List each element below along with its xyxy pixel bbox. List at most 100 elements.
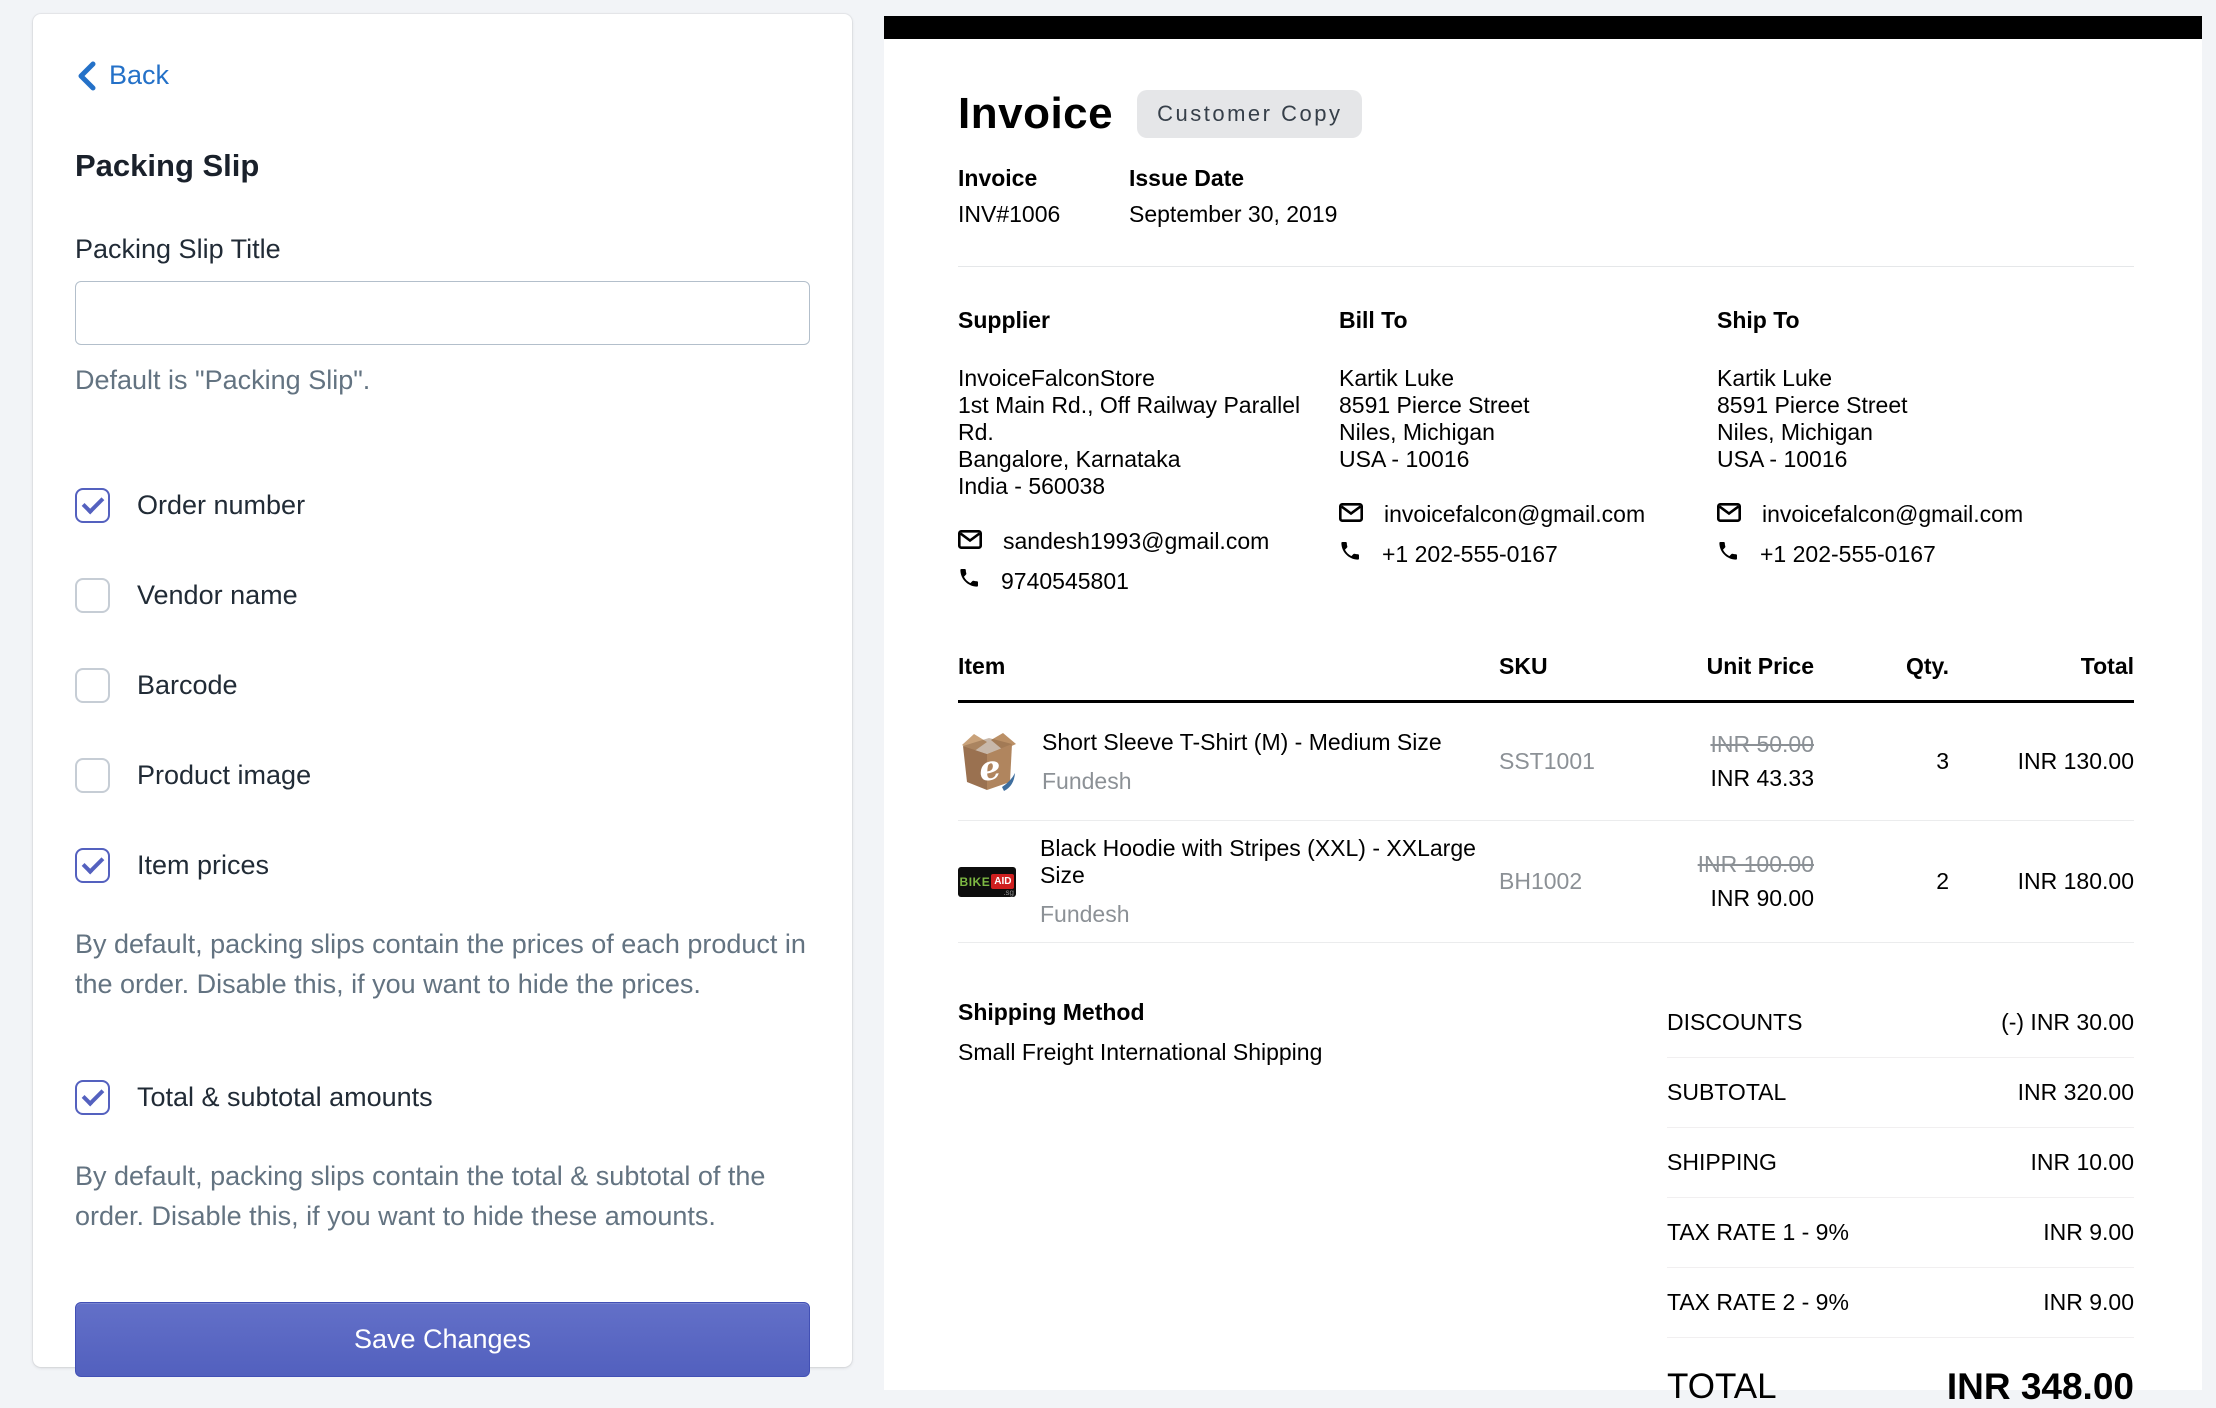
ship-to-block: Ship To Kartik Luke 8591 Pierce Street N… (1717, 307, 2134, 595)
phone-icon (1717, 540, 1739, 568)
bill-to-address-line: USA - 10016 (1339, 446, 1717, 473)
ship-to-heading: Ship To (1717, 307, 2134, 334)
bikeaid-text: BIKE (960, 875, 991, 889)
totals-label: TAX RATE 2 - 9% (1667, 1289, 1849, 1316)
totals-value: INR 320.00 (2018, 1079, 2134, 1106)
invoice-title: Invoice (958, 89, 1113, 139)
product-thumbnail-open-box-icon: e (958, 731, 1018, 793)
supplier-address-line: 1st Main Rd., Off Railway Parallel Rd. (958, 392, 1339, 446)
product-image-checkbox[interactable] (75, 758, 110, 793)
checkbox-label: Item prices (137, 850, 269, 881)
column-header-unit-price: Unit Price (1624, 653, 1814, 680)
table-row: BIKEAID .sg Black Hoodie with Stripes (X… (958, 821, 2134, 943)
shipping-method-value: Small Freight International Shipping (958, 1039, 1322, 1066)
checkbox-label: Total & subtotal amounts (137, 1082, 433, 1113)
item-sku: SST1001 (1499, 748, 1624, 775)
packing-slip-title-label: Packing Slip Title (75, 234, 810, 265)
ship-to-phone: +1 202-555-0167 (1760, 541, 1936, 568)
supplier-block: Supplier InvoiceFalconStore 1st Main Rd.… (958, 307, 1339, 595)
supplier-address-line: India - 560038 (958, 473, 1339, 500)
issue-date-label: Issue Date (1129, 165, 1337, 192)
bill-to-name: Kartik Luke (1339, 365, 1717, 392)
checkbox-row-item-prices[interactable]: Item prices (75, 848, 810, 883)
save-changes-button[interactable]: Save Changes (75, 1302, 810, 1377)
checkbox-label: Order number (137, 490, 305, 521)
totals-label: TAX RATE 1 - 9% (1667, 1219, 1849, 1246)
ship-to-email: invoicefalcon@gmail.com (1762, 501, 2023, 528)
item-vendor: Fundesh (1040, 901, 1499, 928)
checkbox-row-vendor-name[interactable]: Vendor name (75, 578, 810, 613)
back-button[interactable]: Back (75, 60, 169, 91)
total-subtotal-checkbox[interactable] (75, 1080, 110, 1115)
item-total: INR 180.00 (1949, 868, 2134, 895)
totals-label: SUBTOTAL (1667, 1079, 1786, 1106)
totals-value: INR 10.00 (2030, 1149, 2134, 1176)
totals-value: INR 9.00 (2043, 1289, 2134, 1316)
item-sku: BH1002 (1499, 868, 1624, 895)
grand-total-row: TOTAL INR 348.00 (1667, 1338, 2134, 1408)
bill-to-heading: Bill To (1339, 307, 1717, 334)
shipping-method-block: Shipping Method Small Freight Internatio… (958, 999, 1322, 1066)
item-qty: 3 (1814, 748, 1949, 775)
item-prices-help-text: By default, packing slips contain the pr… (75, 924, 810, 1042)
table-row: e Short Sleeve T-Shirt (M) - Medium Size… (958, 703, 2134, 821)
totals-row-subtotal: SUBTOTAL INR 320.00 (1667, 1058, 2134, 1128)
invoice-top-bar (884, 16, 2202, 39)
barcode-checkbox[interactable] (75, 668, 110, 703)
checkbox-row-total-subtotal[interactable]: Total & subtotal amounts (75, 1080, 810, 1115)
checkbox-label: Barcode (137, 670, 238, 701)
totals-label: DISCOUNTS (1667, 1009, 1802, 1036)
checkbox-row-order-number[interactable]: Order number (75, 488, 810, 523)
bill-to-block: Bill To Kartik Luke 8591 Pierce Street N… (1339, 307, 1717, 595)
bill-to-address-line: 8591 Pierce Street (1339, 392, 1717, 419)
checkbox-label: Product image (137, 760, 311, 791)
invoice-preview: Invoice Customer Copy Invoice INV#1006 I… (884, 16, 2202, 1390)
ship-to-address-line: USA - 10016 (1717, 446, 2134, 473)
email-icon (958, 528, 982, 555)
supplier-heading: Supplier (958, 307, 1339, 334)
issue-date-value: September 30, 2019 (1129, 201, 1337, 228)
packing-slip-title-input[interactable] (75, 281, 810, 345)
bill-to-phone: +1 202-555-0167 (1382, 541, 1558, 568)
checkbox-label: Vendor name (137, 580, 298, 611)
column-header-qty: Qty. (1814, 653, 1949, 680)
item-total: INR 130.00 (1949, 748, 2134, 775)
ship-to-address-line: Niles, Michigan (1717, 419, 2134, 446)
page-title: Packing Slip (75, 148, 810, 184)
column-header-sku: SKU (1499, 653, 1624, 680)
vendor-name-checkbox[interactable] (75, 578, 110, 613)
item-prices-checkbox[interactable] (75, 848, 110, 883)
totals-value: INR 9.00 (2043, 1219, 2134, 1246)
packing-slip-title-help: Default is "Packing Slip". (75, 365, 810, 396)
column-header-item: Item (958, 653, 1499, 680)
item-price: INR 43.33 (1624, 765, 1814, 792)
invoice-number-label: Invoice (958, 165, 1083, 192)
grand-total-label: TOTAL (1667, 1367, 1777, 1407)
checkbox-row-barcode[interactable]: Barcode (75, 668, 810, 703)
bill-to-email: invoicefalcon@gmail.com (1384, 501, 1645, 528)
totals-value: (-) INR 30.00 (2001, 1009, 2134, 1036)
email-icon (1339, 501, 1363, 528)
ship-to-address-line: 8591 Pierce Street (1717, 392, 2134, 419)
checkbox-row-product-image[interactable]: Product image (75, 758, 810, 793)
item-vendor: Fundesh (1042, 768, 1442, 795)
grand-total-value: INR 348.00 (1947, 1366, 2134, 1408)
totals-row-discounts: DISCOUNTS (-) INR 30.00 (1667, 999, 2134, 1058)
totals-label: SHIPPING (1667, 1149, 1777, 1176)
invoice-number-block: Invoice INV#1006 (958, 165, 1083, 228)
order-number-checkbox[interactable] (75, 488, 110, 523)
item-qty: 2 (1814, 868, 1949, 895)
back-label: Back (109, 60, 169, 91)
item-original-price: INR 100.00 (1624, 851, 1814, 878)
total-subtotal-help-text: By default, packing slips contain the to… (75, 1156, 810, 1274)
header-divider (958, 266, 2134, 267)
bill-to-address-line: Niles, Michigan (1339, 419, 1717, 446)
line-items-table: Item SKU Unit Price Qty. Total (958, 653, 2134, 943)
chevron-left-icon (75, 61, 99, 91)
item-name: Black Hoodie with Stripes (XXL) - XXLarg… (1040, 835, 1499, 889)
totals-row-tax1: TAX RATE 1 - 9% INR 9.00 (1667, 1198, 2134, 1268)
totals-row-tax2: TAX RATE 2 - 9% INR 9.00 (1667, 1268, 2134, 1338)
phone-icon (1339, 540, 1361, 568)
item-price: INR 90.00 (1624, 885, 1814, 912)
supplier-phone: 9740545801 (1001, 568, 1129, 595)
